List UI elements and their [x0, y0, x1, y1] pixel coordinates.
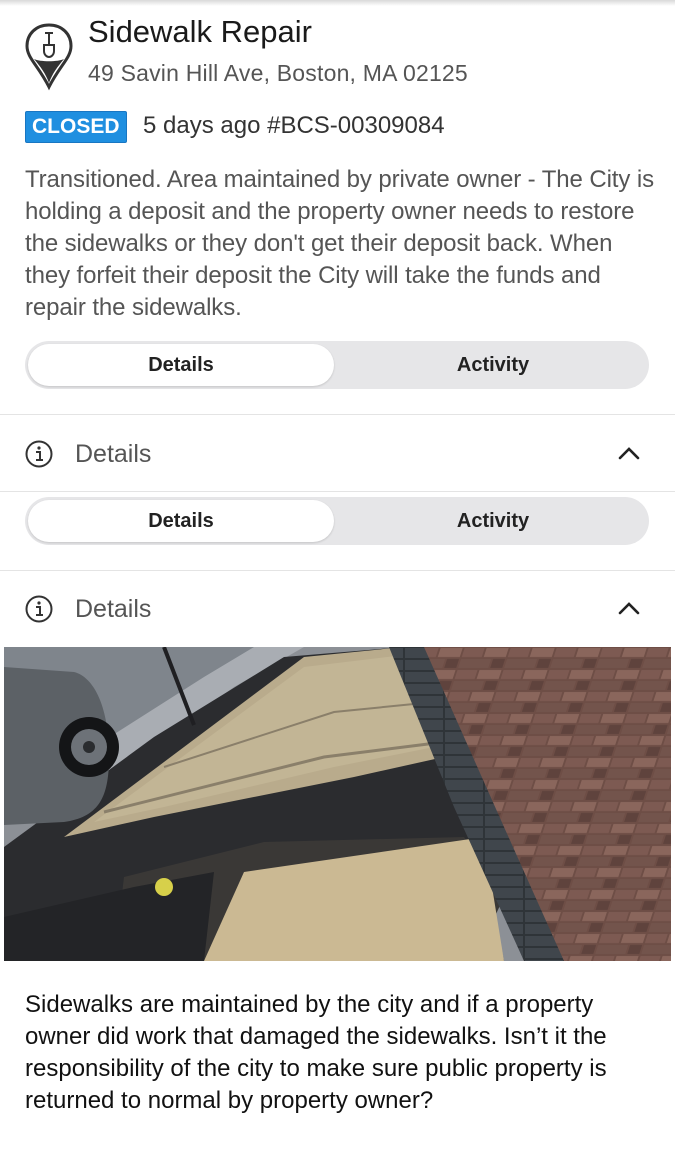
- tab-activity[interactable]: Activity: [337, 341, 649, 389]
- sidewalk-photo[interactable]: [4, 647, 671, 961]
- info-icon: [25, 440, 53, 468]
- status-meta: 5 days ago #BCS-00309084: [143, 111, 445, 141]
- divider: [0, 414, 675, 415]
- top-shadow: [0, 0, 675, 6]
- section-title: Details: [75, 595, 152, 623]
- address-text: 49 Savin Hill Ave, Boston, MA 02125: [88, 60, 468, 86]
- sidewalk-photo-image: [4, 647, 671, 961]
- tab-details[interactable]: Details: [25, 497, 337, 545]
- divider: [0, 491, 675, 492]
- comment-text: Sidewalks are maintained by the city and…: [25, 991, 607, 1114]
- details-section-header[interactable]: Details: [25, 589, 650, 629]
- tab-switcher: Details Activity: [25, 497, 649, 545]
- case-id: #BCS-00309084: [267, 112, 445, 139]
- chevron-up-icon[interactable]: [618, 446, 640, 460]
- chevron-up-icon[interactable]: [618, 601, 640, 615]
- tab-switcher: Details Activity: [25, 341, 649, 389]
- tab-activity[interactable]: Activity: [337, 497, 649, 545]
- section-title: Details: [75, 440, 152, 468]
- page-title: Sidewalk Repair: [88, 14, 312, 49]
- time-ago: 5 days ago: [143, 112, 261, 139]
- request-header: Sidewalk Repair 49 Savin Hill Ave, Bosto…: [24, 12, 664, 92]
- status-badge: CLOSED: [25, 111, 127, 143]
- info-icon: [25, 595, 53, 623]
- shovel-pin-icon: [25, 23, 73, 91]
- divider: [0, 570, 675, 571]
- status-row: CLOSED 5 days ago #BCS-00309084: [25, 111, 665, 143]
- status-description: Transitioned. Area maintained by private…: [25, 166, 654, 321]
- tab-details[interactable]: Details: [25, 341, 337, 389]
- details-section-header[interactable]: Details: [25, 434, 650, 474]
